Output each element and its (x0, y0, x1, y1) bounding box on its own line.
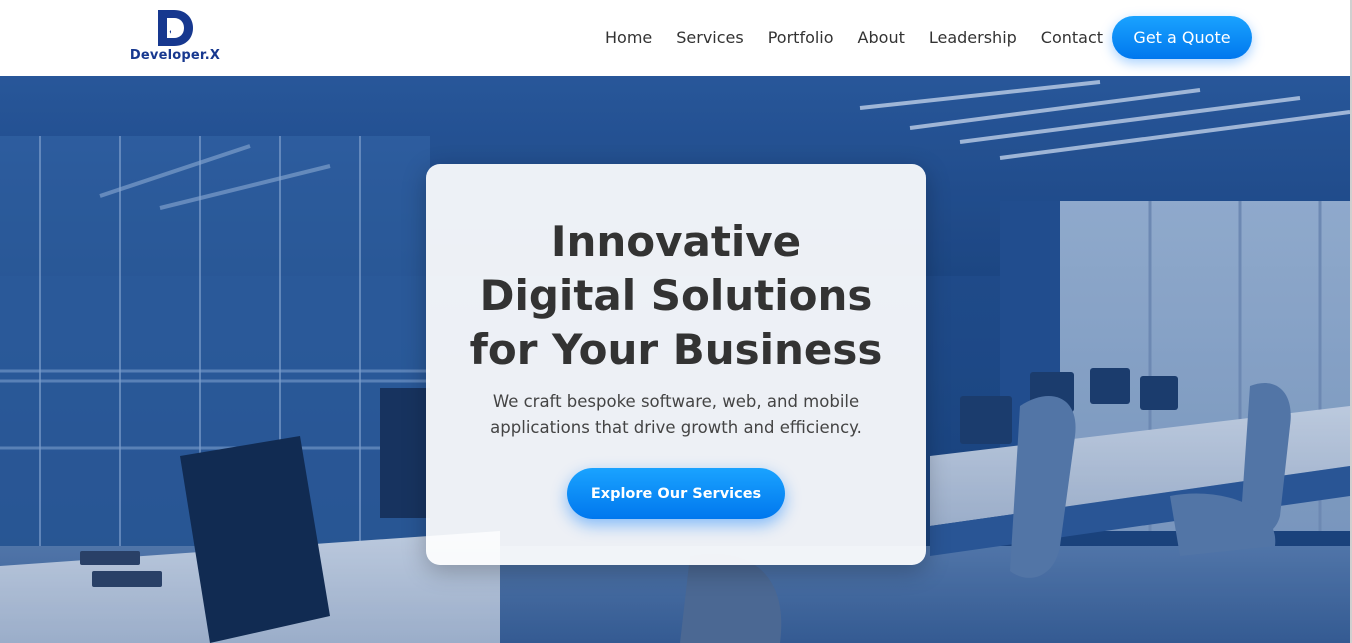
nav-home[interactable]: Home (605, 27, 652, 49)
site-header: Developer.X Home Services Portfolio Abou… (0, 0, 1352, 76)
hero-card: Innovative Digital Solutions for Your Bu… (426, 164, 926, 565)
explore-services-button[interactable]: Explore Our Services (567, 468, 785, 519)
nav-portfolio[interactable]: Portfolio (768, 27, 834, 49)
nav-contact[interactable]: Contact (1041, 27, 1103, 49)
hero-subtitle: We craft bespoke software, web, and mobi… (490, 392, 862, 437)
brand-logo[interactable]: Developer.X (129, 8, 221, 66)
brand-name: Developer.X (129, 48, 221, 63)
hero-title: Innovative Digital Solutions for Your Bu… (469, 217, 883, 374)
nav-leadership[interactable]: Leadership (929, 27, 1017, 49)
nav-services[interactable]: Services (676, 27, 743, 49)
get-quote-button[interactable]: Get a Quote (1112, 16, 1252, 59)
nav-about[interactable]: About (858, 27, 905, 49)
hero-section: Innovative Digital Solutions for Your Bu… (0, 76, 1350, 643)
logo-d-icon (158, 10, 193, 46)
main-nav: Home Services Portfolio About Leadership… (605, 27, 1103, 49)
